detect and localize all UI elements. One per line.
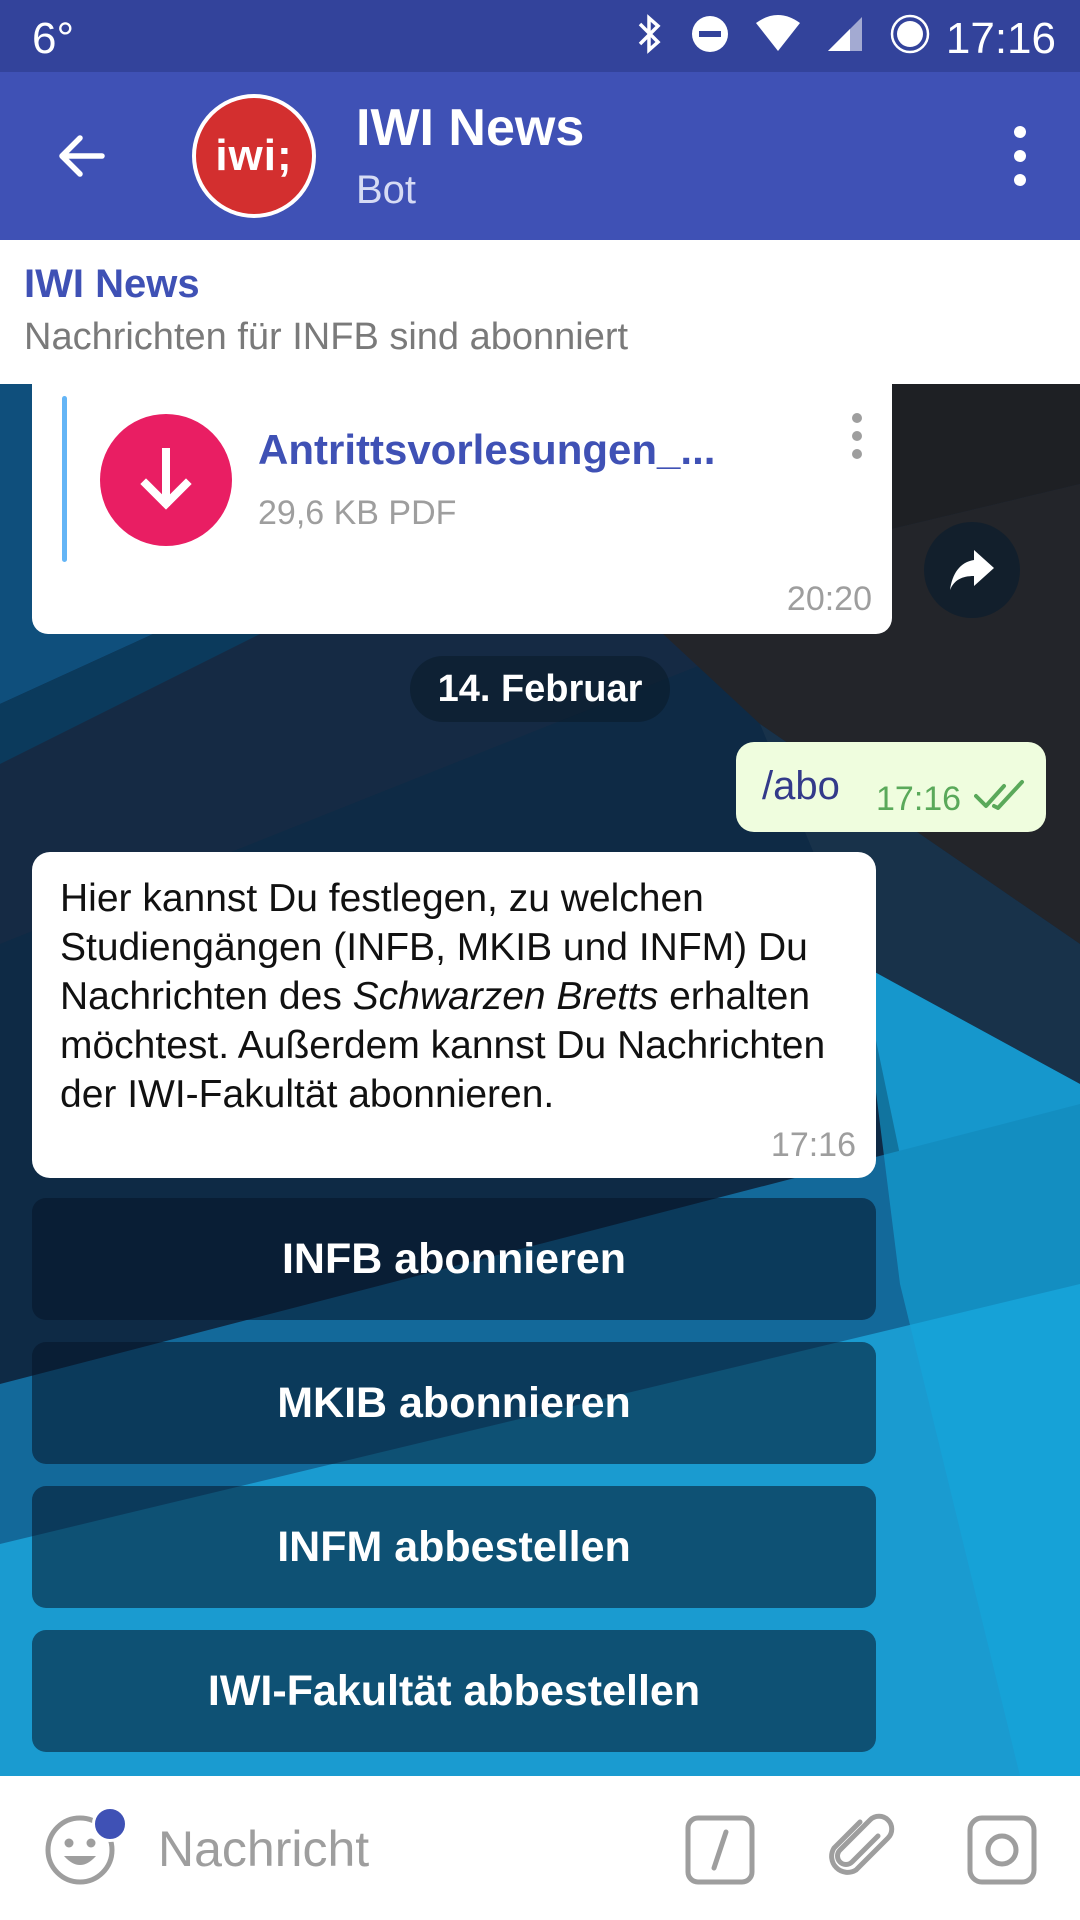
weather-temperature: 6° (32, 14, 75, 63)
do-not-disturb-icon (690, 14, 730, 54)
chat-title[interactable]: IWI News (356, 98, 584, 158)
camera-button[interactable] (966, 1814, 1038, 1886)
incoming-message[interactable]: Hier kannst Du festlegen, zu welchen Stu… (32, 852, 876, 1178)
chat-header: iwi; IWI News Bot (0, 72, 1080, 240)
share-button[interactable] (924, 522, 1020, 618)
message-time: 17:16 (876, 780, 962, 818)
download-button[interactable] (100, 414, 232, 546)
outgoing-message[interactable]: /abo 17:16 (736, 742, 1046, 832)
file-size: 29,6 KB PDF (258, 494, 457, 532)
paperclip-icon (829, 1813, 895, 1875)
message-text: Hier kannst Du festlegen, zu welchen Stu… (60, 874, 860, 1119)
avatar[interactable]: iwi; (192, 94, 316, 218)
double-check-icon (974, 780, 1024, 810)
slash-command-icon (685, 1815, 755, 1885)
bot-command-button[interactable] (684, 1814, 756, 1886)
iwi-faculty-unsubscribe-button[interactable]: IWI-Fakultät abbestellen (32, 1630, 876, 1752)
attach-button[interactable] (826, 1812, 902, 1888)
mkib-subscribe-button[interactable]: MKIB abonnieren (32, 1342, 876, 1464)
message-text: /abo (762, 764, 840, 808)
back-button[interactable] (52, 126, 112, 186)
download-arrow-icon (140, 448, 192, 510)
date-separator: 14. Februar (410, 656, 670, 722)
status-icons (636, 14, 930, 54)
share-icon (950, 550, 994, 590)
message-time: 20:20 (786, 580, 872, 618)
file-more-button[interactable] (842, 408, 872, 464)
message-input[interactable] (156, 1812, 640, 1886)
pinned-message[interactable]: IWI News Nachrichten für INFB sind abonn… (0, 240, 1080, 385)
infb-subscribe-button[interactable]: INFB abonnieren (32, 1198, 876, 1320)
more-menu-button[interactable] (1000, 118, 1040, 194)
notification-badge-icon (890, 14, 930, 54)
pinned-title: IWI News (24, 262, 200, 306)
more-vertical-icon (1014, 126, 1026, 186)
status-time: 17:16 (945, 14, 1056, 63)
pinned-text: Nachrichten für INFB sind abonniert (24, 316, 629, 358)
message-time: 17:16 (770, 1126, 856, 1164)
signal-icon (826, 15, 864, 53)
message-text-italic: Schwarzen Bretts (352, 975, 659, 1018)
notification-dot (92, 1806, 128, 1842)
status-bar: 6° 17:16 (0, 0, 1080, 72)
file-message[interactable]: Antrittsvorlesungen_... 29,6 KB PDF 20:2… (32, 384, 892, 634)
reply-bar (62, 396, 67, 562)
chat-subtitle: Bot (356, 168, 417, 212)
file-name[interactable]: Antrittsvorlesungen_... (258, 426, 715, 474)
avatar-logo: iwi; (196, 98, 312, 214)
bluetooth-icon (636, 14, 664, 54)
message-input-bar (0, 1776, 1080, 1920)
more-vertical-icon (852, 413, 862, 459)
arrow-left-icon (59, 135, 105, 177)
infm-unsubscribe-button[interactable]: INFM abbestellen (32, 1486, 876, 1608)
wifi-icon (756, 15, 800, 53)
camera-icon (967, 1815, 1037, 1885)
